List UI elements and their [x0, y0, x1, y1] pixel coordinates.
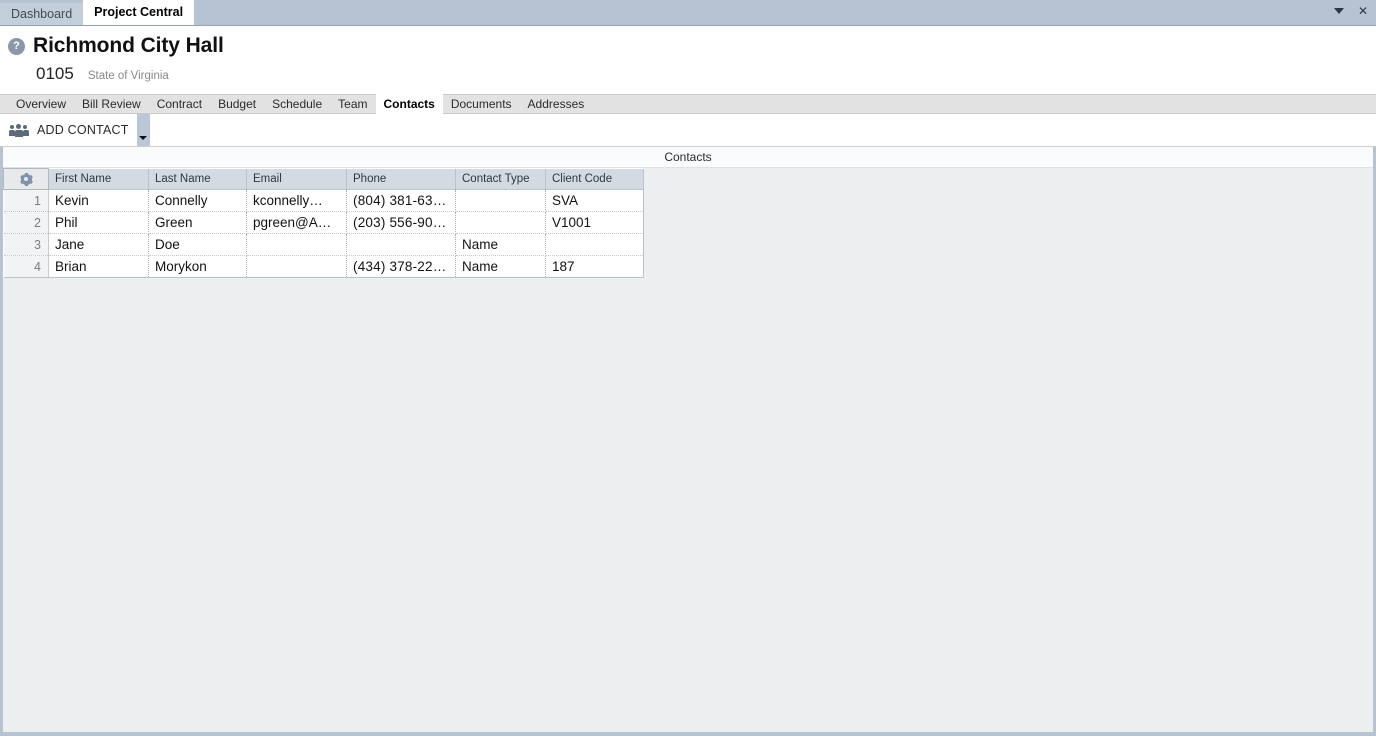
table-row[interactable]: 2 Phil Green pgreen@A… (203) 556-90… V10… — [3, 211, 644, 234]
cell-phone[interactable]: (203) 556-90… — [346, 211, 456, 234]
nav-item-schedule[interactable]: Schedule — [264, 94, 330, 114]
chevron-down-icon — [1334, 8, 1344, 14]
cell-email[interactable]: pgreen@A… — [246, 211, 347, 234]
nav-item-label: Contract — [156, 97, 203, 111]
gear-icon — [19, 172, 33, 186]
column-header-label: Email — [253, 172, 282, 185]
title-row: ? Richmond City Hall — [8, 34, 1376, 58]
cell-last-name[interactable]: Doe — [148, 233, 247, 256]
nav-item-label: Contacts — [383, 97, 435, 111]
nav-item-label: Bill Review — [82, 97, 141, 111]
column-header-label: Phone — [353, 172, 387, 185]
cell-last-name[interactable]: Morykon — [148, 255, 247, 278]
help-icon[interactable]: ? — [8, 37, 25, 55]
close-icon: ✕ — [1357, 4, 1369, 18]
nav-item-budget[interactable]: Budget — [210, 94, 264, 114]
nav-item-overview[interactable]: Overview — [8, 94, 74, 114]
table-row[interactable]: 1 Kevin Connelly kconnelly… (804) 381-63… — [3, 189, 644, 212]
people-icon — [9, 123, 29, 137]
column-header-client-code[interactable]: Client Code — [545, 168, 644, 190]
column-header-label: Last Name — [155, 172, 211, 185]
cell-client-code[interactable]: V1001 — [545, 211, 644, 234]
content-area: Contacts First Name Last Name Email Phon… — [0, 147, 1376, 736]
panel-title-bar: Contacts — [3, 147, 1373, 168]
cell-email[interactable] — [246, 255, 347, 278]
cell-first-name[interactable]: Phil — [48, 211, 149, 234]
column-header-phone[interactable]: Phone — [346, 168, 456, 190]
nav-item-label: Budget — [218, 97, 257, 111]
window-close-button[interactable]: ✕ — [1356, 3, 1370, 19]
column-header-contact-type[interactable]: Contact Type — [455, 168, 546, 190]
table-row[interactable]: 3 Jane Doe Name — [3, 233, 644, 256]
window-tab-list: Dashboard Project Central — [0, 0, 195, 25]
project-number: 0105 — [36, 64, 74, 83]
nav-item-label: Schedule — [272, 97, 323, 111]
grid-body: 1 Kevin Connelly kconnelly… (804) 381-63… — [3, 189, 644, 278]
column-header-email[interactable]: Email — [246, 168, 347, 190]
cell-last-name[interactable]: Connelly — [148, 189, 247, 212]
contacts-grid: First Name Last Name Email Phone Contact… — [3, 168, 644, 278]
nav-item-label: Documents — [450, 97, 512, 111]
window-tab-project-central[interactable]: Project Central — [83, 0, 195, 25]
cell-email[interactable]: kconnelly… — [246, 189, 347, 212]
add-contact-button[interactable]: ADD CONTACT — [9, 116, 135, 144]
cell-phone[interactable]: (804) 381-63… — [346, 189, 456, 212]
cell-first-name[interactable]: Brian — [48, 255, 149, 278]
window-tab-label: Project Central — [94, 5, 184, 19]
window-controls: ✕ — [1332, 3, 1370, 19]
row-number[interactable]: 3 — [3, 233, 49, 256]
window-title-bar: Dashboard Project Central ✕ — [0, 0, 1376, 26]
grid-header-row: First Name Last Name Email Phone Contact… — [3, 168, 644, 190]
cell-client-code[interactable]: SVA — [545, 189, 644, 212]
row-number[interactable]: 1 — [3, 189, 49, 212]
cell-client-code[interactable]: 187 — [545, 255, 644, 278]
column-header-label: Client Code — [552, 172, 613, 185]
cell-contact-type[interactable]: Name — [455, 255, 546, 278]
cell-email[interactable] — [246, 233, 347, 256]
nav-item-label: Team — [338, 97, 368, 111]
nav-item-bill-review[interactable]: Bill Review — [74, 94, 149, 114]
add-contact-dropdown-button[interactable] — [136, 114, 150, 146]
page-title: Richmond City Hall — [33, 34, 224, 57]
cell-phone[interactable] — [346, 233, 456, 256]
nav-item-documents[interactable]: Documents — [443, 94, 520, 114]
window-tab-dashboard[interactable]: Dashboard — [0, 3, 84, 25]
nav-item-team[interactable]: Team — [330, 94, 375, 114]
cell-first-name[interactable]: Jane — [48, 233, 149, 256]
cell-contact-type[interactable] — [455, 211, 546, 234]
grid-settings-button[interactable] — [3, 168, 49, 190]
action-toolbar: ADD CONTACT — [0, 114, 1376, 147]
table-row[interactable]: 4 Brian Morykon (434) 378-22… Name 187 — [3, 255, 644, 278]
nav-item-contacts[interactable]: Contacts — [375, 94, 443, 114]
panel-title: Contacts — [664, 150, 712, 164]
cell-phone[interactable]: (434) 378-22… — [346, 255, 456, 278]
project-client-name: State of Virginia — [87, 70, 169, 82]
page-header: ? Richmond City Hall 0105 State of Virgi… — [0, 26, 1376, 94]
add-contact-label: ADD CONTACT — [37, 123, 129, 137]
column-header-last-name[interactable]: Last Name — [148, 168, 247, 190]
nav-item-label: Addresses — [527, 97, 585, 111]
help-icon-glyph: ? — [13, 40, 20, 52]
window-menu-button[interactable] — [1332, 3, 1346, 19]
window-tab-label: Dashboard — [11, 7, 73, 21]
cell-first-name[interactable]: Kevin — [48, 189, 149, 212]
nav-item-contract[interactable]: Contract — [149, 94, 210, 114]
row-number[interactable]: 2 — [3, 211, 49, 234]
column-header-label: First Name — [55, 172, 112, 185]
cell-last-name[interactable]: Green — [148, 211, 247, 234]
nav-item-label: Overview — [16, 97, 67, 111]
row-number[interactable]: 4 — [3, 255, 49, 278]
section-nav: Overview Bill Review Contract Budget Sch… — [0, 94, 1376, 114]
subtitle-row: 0105 State of Virginia — [8, 64, 1376, 84]
cell-contact-type[interactable] — [455, 189, 546, 212]
cell-client-code[interactable] — [545, 233, 644, 256]
nav-item-addresses[interactable]: Addresses — [520, 94, 593, 114]
column-header-first-name[interactable]: First Name — [48, 168, 149, 190]
column-header-label: Contact Type — [462, 172, 530, 185]
triangle-down-icon — [139, 136, 148, 140]
cell-contact-type[interactable]: Name — [455, 233, 546, 256]
